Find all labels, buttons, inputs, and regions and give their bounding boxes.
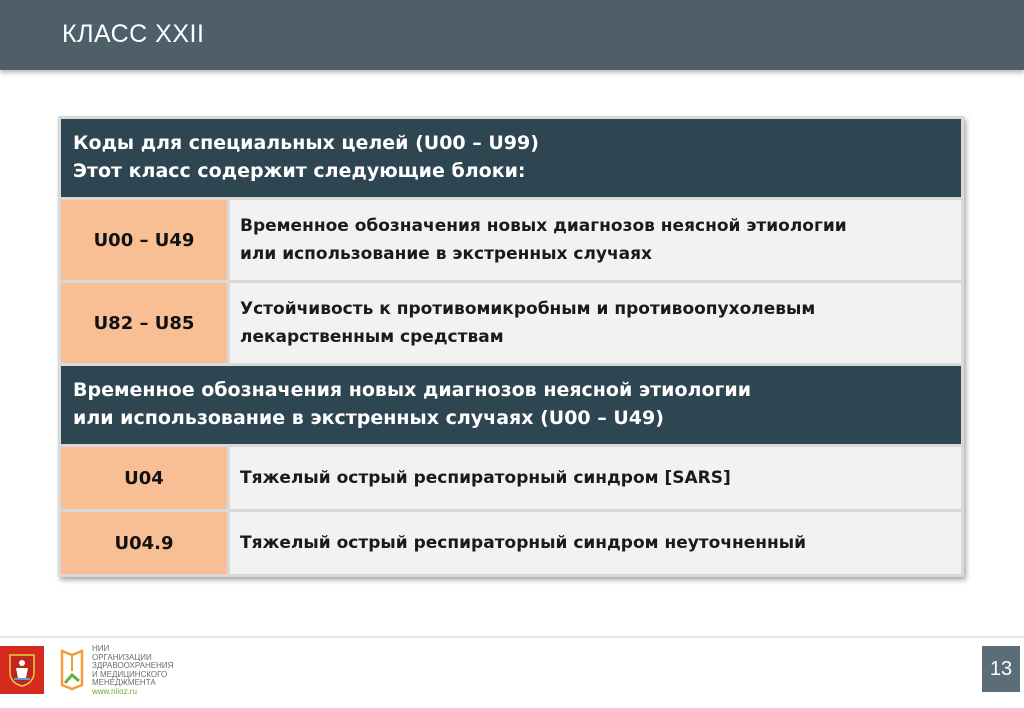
page-number: 13 [982,646,1020,692]
code-cell: U00 – U49 [61,200,227,280]
section-header-cell: Временное обозначения новых диагнозов не… [61,366,961,444]
niioz-logo-icon [60,645,84,691]
slide-header: КЛАСС XXII [0,0,1024,70]
description-cell: Тяжелый острый респираторный синдром неу… [230,512,961,574]
table-row: U82 – U85 Устойчивость к противомикробны… [61,283,961,363]
description-cell: Тяжелый острый респираторный синдром [SA… [230,447,961,509]
table-row: U04 Тяжелый острый респираторный синдром… [61,447,961,509]
code-cell: U82 – U85 [61,283,227,363]
section-header-line: Временное обозначения новых диагнозов не… [73,379,752,401]
section-header-cell: Коды для специальных целей (U00 – U99) Э… [61,119,961,197]
section-header-line: Этот класс содержит следующие блоки: [73,160,526,182]
slide-title: КЛАСС XXII [62,20,205,48]
section-header-1: Коды для специальных целей (U00 – U99) Э… [61,119,961,197]
moscow-coat-of-arms-icon [0,646,44,694]
code-cell: U04.9 [61,512,227,574]
table-row: U04.9 Тяжелый острый респираторный синдр… [61,512,961,574]
section-header-line: Коды для специальных целей (U00 – U99) [73,132,539,154]
org-url[interactable]: www.niioz.ru [92,687,173,697]
table-row: U00 – U49 Временное обозначения новых ди… [61,200,961,280]
description-line: Устойчивость к противомикробным и против… [240,299,816,319]
codes-table: Коды для специальных целей (U00 – U99) Э… [58,116,964,577]
footer-divider [0,636,1024,638]
description-cell: Временное обозначения новых диагнозов не… [230,200,961,280]
organization-name: НИИ ОРГАНИЗАЦИИ ЗДРАВООХРАНЕНИЯ И МЕДИЦИ… [92,644,173,697]
description-cell: Устойчивость к противомикробным и против… [230,283,961,363]
description-line: Временное обозначения новых диагнозов не… [240,216,847,236]
description-line: или использование в экстренных случаях [240,244,653,264]
code-cell: U04 [61,447,227,509]
description-line: лекарственным средствам [240,327,504,347]
section-header-line: или использование в экстренных случаях (… [73,407,664,429]
section-header-2: Временное обозначения новых диагнозов не… [61,366,961,444]
